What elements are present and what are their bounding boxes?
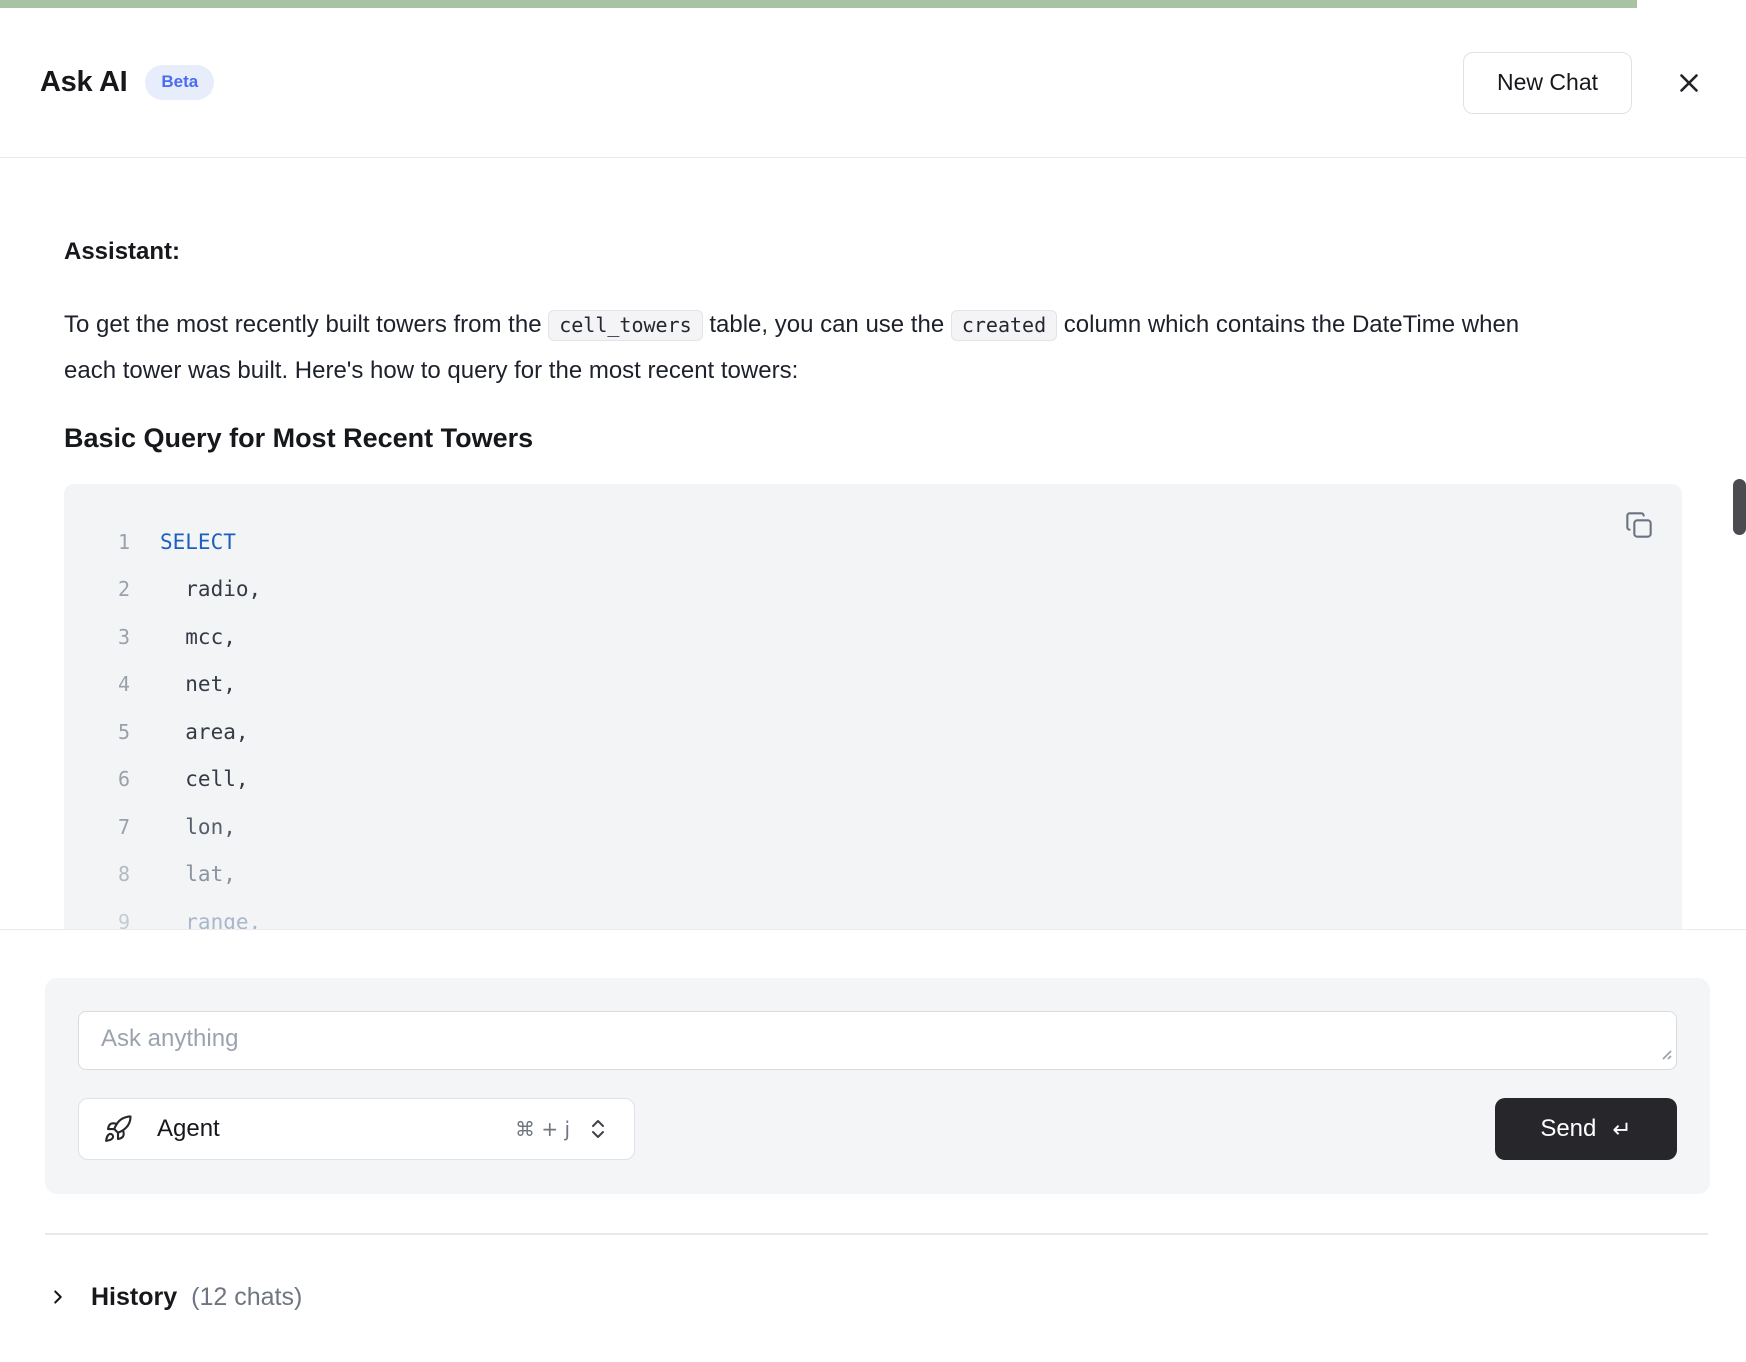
code-line: 8 lat,	[64, 851, 1682, 899]
line-number: 5	[64, 720, 130, 744]
inline-code-created: created	[951, 310, 1057, 341]
line-number: 4	[64, 672, 130, 696]
code-text: cell,	[160, 767, 249, 791]
history-label: History	[91, 1283, 177, 1312]
chevron-right-icon	[47, 1286, 69, 1308]
send-label: Send	[1540, 1115, 1596, 1143]
history-toggle[interactable]: History (12 chats)	[47, 1276, 302, 1318]
send-button[interactable]: Send ↵	[1495, 1098, 1677, 1160]
line-number: 7	[64, 815, 130, 839]
inline-code-cell-towers: cell_towers	[548, 310, 702, 341]
assistant-message-text: To get the most recently built towers fr…	[64, 302, 1544, 394]
mode-selector[interactable]: Agent ⌘ + j	[78, 1098, 635, 1160]
close-button[interactable]	[1672, 66, 1706, 100]
sql-code-block: 1 SELECT 2 radio, 3 mcc, 4 net, 5 area, 6…	[64, 484, 1682, 930]
section-heading: Basic Query for Most Recent Towers	[64, 420, 1682, 456]
line-number: 9	[64, 910, 130, 930]
code-line: 5 area,	[64, 708, 1682, 756]
line-number: 2	[64, 577, 130, 601]
code-line: 1 SELECT	[64, 518, 1682, 566]
code-line: 9 range,	[64, 898, 1682, 930]
code-text: SELECT	[160, 530, 236, 554]
panel-header: Ask AI Beta New Chat	[0, 8, 1746, 158]
keyboard-shortcut: ⌘ + j	[515, 1117, 570, 1141]
code-text: lon,	[160, 815, 236, 839]
code-text: range,	[160, 910, 261, 930]
chevrons-up-down-icon	[586, 1117, 610, 1141]
code-line: 7 lon,	[64, 803, 1682, 851]
composer-panel: Agent ⌘ + j Send ↵	[45, 978, 1710, 1194]
code-text: radio,	[160, 577, 261, 601]
code-text: mcc,	[160, 625, 236, 649]
line-number: 1	[64, 530, 130, 554]
history-count: (12 chats)	[191, 1283, 302, 1312]
message-text-part: table, you can use the	[703, 311, 951, 338]
scrollbar-thumb[interactable]	[1733, 479, 1746, 535]
composer-actions-row: Agent ⌘ + j Send ↵	[78, 1098, 1677, 1160]
new-chat-button[interactable]: New Chat	[1463, 52, 1632, 114]
composer-input-wrap	[78, 1011, 1677, 1070]
close-icon	[1674, 68, 1704, 98]
mode-label: Agent	[157, 1115, 220, 1143]
app-top-strip	[0, 0, 1637, 8]
copy-icon	[1625, 511, 1653, 539]
header-actions: New Chat	[1463, 52, 1706, 114]
page-title: Ask AI	[40, 66, 127, 99]
code-line: 6 cell,	[64, 756, 1682, 804]
code-line: 3 mcc,	[64, 613, 1682, 661]
beta-badge: Beta	[145, 65, 214, 99]
message-text-part: To get the most recently built towers fr…	[64, 311, 548, 338]
code-text: net,	[160, 672, 236, 696]
code-text: lat,	[160, 862, 236, 886]
code-line: 4 net,	[64, 661, 1682, 709]
copy-code-button[interactable]	[1622, 508, 1656, 542]
rocket-icon	[103, 1114, 133, 1144]
ask-input[interactable]	[78, 1011, 1677, 1070]
chat-message-area: Assistant: To get the most recently buil…	[0, 158, 1746, 930]
mode-selector-right: ⌘ + j	[515, 1117, 610, 1141]
section-divider	[45, 1233, 1708, 1235]
line-number: 3	[64, 625, 130, 649]
return-key-icon: ↵	[1612, 1117, 1631, 1143]
ask-ai-panel: Ask AI Beta New Chat Assistant: To get t…	[0, 0, 1746, 1362]
code-text: area,	[160, 720, 249, 744]
code-line: 2 radio,	[64, 566, 1682, 614]
line-number: 8	[64, 862, 130, 886]
assistant-role-label: Assistant:	[64, 158, 1682, 268]
line-number: 6	[64, 767, 130, 791]
